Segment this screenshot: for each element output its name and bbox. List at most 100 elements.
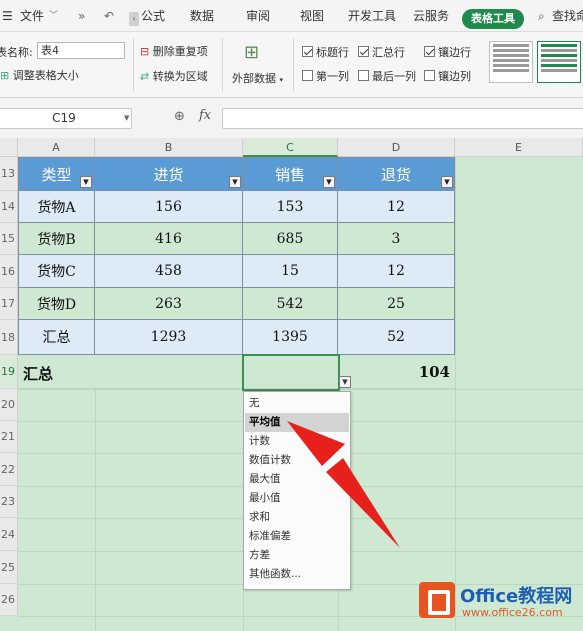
row-header[interactable]: 26	[0, 584, 18, 616]
name-box-chevron-icon[interactable]: ▼	[124, 108, 129, 129]
option-banded-columns[interactable]: 镶边列	[424, 68, 471, 84]
external-data-icon[interactable]: ⊞	[244, 42, 259, 63]
row-header[interactable]: 15	[0, 223, 18, 255]
table-header-cell[interactable]: 进货	[95, 157, 243, 191]
hamburger-menu-icon[interactable]: ☰	[2, 0, 13, 32]
filter-dropdown-icon[interactable]: ▼	[323, 176, 335, 188]
table-cell[interactable]: 货物A	[18, 191, 95, 223]
table-cell[interactable]: 1395	[243, 320, 338, 355]
file-menu-chevron-icon[interactable]: ﹀	[49, 0, 58, 32]
checkbox-unchecked-icon[interactable]	[302, 70, 313, 81]
table-cell[interactable]: 12	[338, 255, 455, 288]
checkbox-checked-icon[interactable]	[424, 46, 435, 57]
file-menu[interactable]: 文件	[20, 0, 44, 32]
tab-view[interactable]: 视图	[300, 0, 324, 32]
select-all-corner[interactable]	[0, 138, 18, 157]
checkbox-checked-icon[interactable]	[358, 46, 369, 57]
tab-developer[interactable]: 开发工具	[348, 0, 396, 32]
row-header[interactable]: 19	[0, 355, 18, 389]
total-row-label[interactable]: 汇总	[23, 363, 53, 384]
zoom-icon[interactable]: ⊕	[174, 109, 185, 124]
option-first-column[interactable]: 第一列	[302, 68, 349, 84]
func-item-min[interactable]: 最小值	[245, 489, 349, 508]
checkbox-unchecked-icon[interactable]	[358, 70, 369, 81]
option-banded-rows[interactable]: 镶边行	[424, 44, 471, 60]
total-function-list[interactable]: 无 平均值 计数 数值计数 最大值 最小值 求和 标准偏差 方差 其他函数...	[243, 391, 351, 590]
table-cell[interactable]: 263	[95, 288, 243, 320]
func-item-stddev[interactable]: 标准偏差	[245, 527, 349, 546]
resize-table-button[interactable]: ⊞ 调整表格大小	[0, 67, 79, 83]
table-cell[interactable]: 25	[338, 288, 455, 320]
checkbox-checked-icon[interactable]	[302, 46, 313, 57]
tab-table-tools[interactable]: 表格工具	[462, 9, 524, 29]
column-header-e[interactable]: E	[455, 138, 583, 157]
row-header[interactable]: 18	[0, 320, 18, 355]
option-header-row[interactable]: 标题行	[302, 44, 349, 60]
table-cell[interactable]: 15	[243, 255, 338, 288]
table-cell[interactable]: 货物B	[18, 223, 95, 255]
external-data-button[interactable]: 外部数据 ▾	[232, 70, 283, 86]
row-header[interactable]: 24	[0, 518, 18, 551]
more-tabs-icon[interactable]: »	[78, 0, 85, 32]
table-cell[interactable]: 156	[95, 191, 243, 223]
option-total-row[interactable]: 汇总行	[358, 44, 405, 60]
remove-duplicates-button[interactable]: ⊟ 删除重复项	[140, 43, 208, 59]
filter-dropdown-icon[interactable]: ▼	[80, 176, 92, 188]
tab-review[interactable]: 审阅	[246, 0, 270, 32]
row-header[interactable]: 20	[0, 389, 18, 421]
column-header-a[interactable]: A	[18, 138, 95, 157]
table-cell[interactable]: 685	[243, 223, 338, 255]
table-cell[interactable]: 1293	[95, 320, 243, 355]
row-header[interactable]: 17	[0, 288, 18, 320]
search-icon[interactable]: ⌕	[538, 0, 545, 32]
filter-dropdown-icon[interactable]: ▼	[441, 176, 453, 188]
row-header[interactable]: 21	[0, 421, 18, 453]
row-header[interactable]: 23	[0, 486, 18, 518]
table-cell[interactable]: 汇总	[18, 320, 95, 355]
func-item-average[interactable]: 平均值	[245, 413, 349, 432]
fx-icon[interactable]: fx	[199, 108, 211, 123]
checkbox-unchecked-icon[interactable]	[424, 70, 435, 81]
filter-dropdown-icon[interactable]: ▼	[229, 176, 241, 188]
search-label[interactable]: 查找命	[552, 0, 583, 32]
func-item-count[interactable]: 计数	[245, 432, 349, 451]
func-item-more-functions[interactable]: 其他函数...	[245, 565, 349, 584]
tab-cloud[interactable]: 云服务	[413, 0, 449, 32]
table-cell[interactable]: 416	[95, 223, 243, 255]
convert-to-range-button[interactable]: ⇄ 转换为区域	[140, 68, 208, 84]
collapse-arrow-icon[interactable]: ‹	[129, 12, 139, 26]
column-header-b[interactable]: B	[95, 138, 243, 157]
row-header[interactable]: 13	[0, 157, 18, 191]
row-header[interactable]: 14	[0, 191, 18, 223]
func-item-variance[interactable]: 方差	[245, 546, 349, 565]
tab-formulas[interactable]: 公式	[141, 0, 165, 32]
func-item-sum[interactable]: 求和	[245, 508, 349, 527]
table-cell[interactable]: 货物C	[18, 255, 95, 288]
table-cell[interactable]: 458	[95, 255, 243, 288]
row-header[interactable]: 22	[0, 453, 18, 486]
total-function-dropdown-icon[interactable]: ▼	[339, 376, 351, 388]
tab-data[interactable]: 数据	[190, 0, 214, 32]
total-row-d-value[interactable]: 104	[380, 363, 450, 381]
active-cell-c19[interactable]	[242, 354, 340, 391]
table-cell[interactable]: 12	[338, 191, 455, 223]
func-item-none[interactable]: 无	[245, 394, 349, 413]
column-header-c[interactable]: C	[243, 138, 338, 157]
table-header-cell[interactable]: 退货	[338, 157, 455, 191]
column-header-d[interactable]: D	[338, 138, 455, 157]
spreadsheet-grid[interactable]: A B C D E 13 14 15 16 17 18 19 20 21 22 …	[0, 138, 583, 631]
func-item-max[interactable]: 最大值	[245, 470, 349, 489]
table-style-preview-1[interactable]	[489, 41, 533, 83]
undo-icon[interactable]: ↶	[104, 0, 114, 32]
func-item-count-numbers[interactable]: 数值计数	[245, 451, 349, 470]
table-cell[interactable]: 542	[243, 288, 338, 320]
table-name-input[interactable]: 表4	[37, 42, 125, 59]
row-header[interactable]: 16	[0, 255, 18, 288]
formula-input[interactable]	[222, 108, 583, 129]
option-last-column[interactable]: 最后一列	[358, 68, 416, 84]
row-header[interactable]: 25	[0, 551, 18, 584]
table-cell[interactable]: 153	[243, 191, 338, 223]
table-cell[interactable]: 货物D	[18, 288, 95, 320]
table-style-preview-2[interactable]	[537, 41, 581, 83]
name-box[interactable]: C19	[0, 108, 132, 129]
